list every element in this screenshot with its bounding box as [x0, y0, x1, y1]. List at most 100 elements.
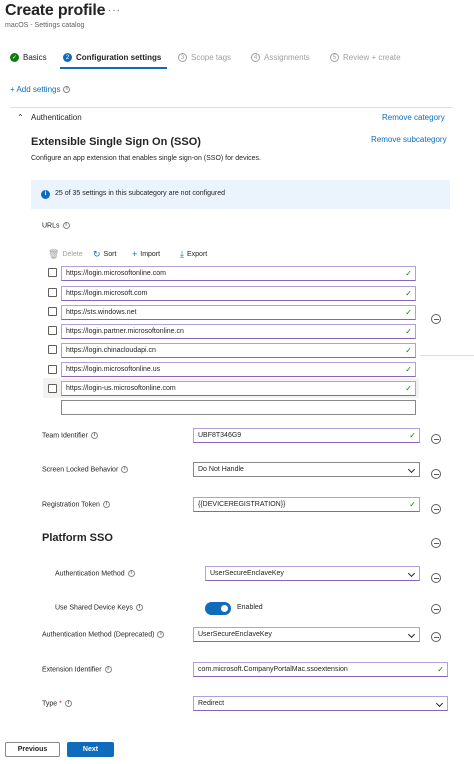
delete-button[interactable]: 🗑 Delete [48, 249, 83, 260]
info-icon[interactable]: i [64, 700, 72, 707]
remove-subcategory-link[interactable]: Remove subcategory [371, 135, 447, 144]
more-options-button[interactable]: ··· [108, 5, 121, 16]
chevron-down-icon [407, 569, 416, 578]
row-checkbox[interactable] [48, 288, 57, 297]
remove-setting-icon[interactable] [431, 573, 441, 583]
url-input[interactable]: https://login.partner.microsoftonline.cn… [61, 324, 416, 339]
screen-locked-select[interactable]: Do Not Handle [193, 462, 420, 477]
info-icon[interactable]: i [135, 604, 143, 611]
new-url-input[interactable] [61, 400, 416, 415]
step-label: Configuration settings [76, 53, 162, 62]
remove-setting-icon[interactable] [431, 538, 441, 548]
step-review-create[interactable]: 5 Review + create [330, 53, 401, 62]
info-icon[interactable]: i [63, 86, 71, 94]
select-value: UserSecureEnclaveKey [210, 570, 284, 577]
check-icon: ✓ [405, 327, 412, 336]
info-icon[interactable]: i [62, 222, 70, 229]
remove-setting-icon[interactable] [431, 469, 441, 479]
url-input[interactable]: https://sts.windows.net ✓ [61, 305, 416, 320]
step-label: Scope tags [191, 53, 232, 62]
extension-identifier-input[interactable]: com.microsoft.CompanyPortalMac.ssoextens… [193, 662, 448, 677]
auth-method-label: Authentication Method i [55, 570, 135, 577]
row-checkbox[interactable] [48, 345, 57, 354]
field-label: Extension Identifier [42, 666, 102, 674]
url-input[interactable]: https://login.microsoft.com ✓ [61, 286, 416, 301]
next-button[interactable]: Next [67, 742, 114, 757]
platform-sso-title: Platform SSO [42, 532, 113, 544]
remove-setting-icon[interactable] [431, 632, 441, 642]
url-value: https://login-us.microsoftonline.com [66, 385, 176, 392]
step-label: Basics [23, 53, 47, 62]
chevron-down-icon [435, 699, 444, 708]
row-checkbox[interactable] [48, 326, 57, 335]
field-label: Authentication Method (Deprecated) [42, 631, 155, 639]
check-icon: ✓ [405, 365, 412, 374]
check-icon: ✓ [10, 53, 19, 62]
field-value: com.microsoft.CompanyPortalMac.ssoextens… [198, 666, 348, 673]
toggle-state-label: Enabled [237, 604, 263, 611]
field-label: Authentication Method [55, 570, 125, 578]
info-icon[interactable]: i [121, 466, 129, 473]
required-marker: * [59, 700, 62, 708]
refresh-icon: ↻ [93, 249, 101, 259]
step-assignments[interactable]: 4 Assignments [251, 53, 310, 62]
type-select[interactable]: Redirect [193, 696, 448, 711]
remove-setting-icon[interactable] [431, 434, 441, 444]
url-input[interactable]: https://login.microsoftonline.us ✓ [61, 362, 416, 377]
row-checkbox[interactable] [48, 307, 57, 316]
divider [420, 355, 474, 356]
check-icon: ✓ [409, 500, 416, 509]
step-configuration-settings[interactable]: 2 Configuration settings [63, 53, 161, 62]
field-label: Use Shared Device Keys [55, 604, 133, 612]
info-icon[interactable]: i [157, 631, 165, 638]
add-settings-link[interactable]: + Add settings i [10, 85, 71, 94]
select-value: Do Not Handle [198, 466, 244, 473]
step-label: Assignments [264, 53, 310, 62]
trash-icon: 🗑 [48, 249, 60, 259]
auth-method-select[interactable]: UserSecureEnclaveKey [205, 566, 420, 581]
remove-setting-icon[interactable] [431, 314, 441, 324]
check-icon: ✓ [405, 269, 412, 278]
info-icon[interactable]: i [104, 666, 112, 673]
field-value: UBF8T346G9 [198, 432, 242, 439]
check-icon: ✓ [405, 384, 412, 393]
url-value: https://login.microsoft.com [66, 290, 148, 297]
field-label: Team Identifier [42, 432, 88, 440]
info-icon[interactable]: i [127, 570, 135, 577]
extension-identifier-label: Extension Identifier i [42, 666, 112, 673]
check-icon: ✓ [437, 665, 444, 674]
info-icon[interactable]: i [102, 501, 110, 508]
check-icon: ✓ [409, 431, 416, 440]
field-label: URLs [42, 222, 60, 230]
row-checkbox[interactable] [48, 365, 57, 374]
urls-label: URLs i [42, 222, 70, 229]
field-value: {{DEVICEREGISTRATION}} [198, 501, 286, 508]
export-button[interactable]: ⤓ Export [180, 249, 207, 260]
remove-setting-icon[interactable] [431, 504, 441, 514]
field-label: Registration Token [42, 501, 100, 509]
select-value: UserSecureEnclaveKey [198, 631, 272, 638]
plus-icon: + [132, 249, 138, 259]
shared-keys-toggle[interactable] [205, 602, 231, 615]
row-checkbox[interactable] [48, 384, 57, 393]
team-identifier-input[interactable]: UBF8T346G9 ✓ [193, 428, 420, 443]
previous-button[interactable]: Previous [5, 742, 60, 757]
step-scope-tags[interactable]: 3 Scope tags [178, 53, 231, 62]
row-checkbox[interactable] [48, 268, 57, 277]
remove-category-link[interactable]: Remove category [382, 113, 445, 122]
url-input[interactable]: https://login-us.microsoftonline.com ✓ [61, 381, 416, 396]
step-basics[interactable]: ✓ Basics [10, 53, 47, 62]
chevron-up-icon[interactable]: ⌃ [17, 113, 24, 122]
registration-token-input[interactable]: {{DEVICEREGISTRATION}} ✓ [193, 497, 420, 512]
auth-method-deprecated-select[interactable]: UserSecureEnclaveKey [193, 627, 420, 642]
screen-locked-label: Screen Locked Behavior i [42, 466, 129, 473]
url-input[interactable]: https://login.microsoftonline.com ✓ [61, 266, 416, 281]
remove-setting-icon[interactable] [431, 604, 441, 614]
divider [10, 107, 453, 108]
import-button[interactable]: + Import [132, 249, 160, 259]
auth-method-deprecated-label: Authentication Method (Deprecated) i [42, 631, 165, 639]
info-icon[interactable]: i [90, 432, 98, 439]
field-label: Type [42, 700, 58, 708]
url-input[interactable]: https://login.chinacloudapi.cn ✓ [61, 343, 416, 358]
sort-button[interactable]: ↻ Sort [93, 249, 116, 260]
